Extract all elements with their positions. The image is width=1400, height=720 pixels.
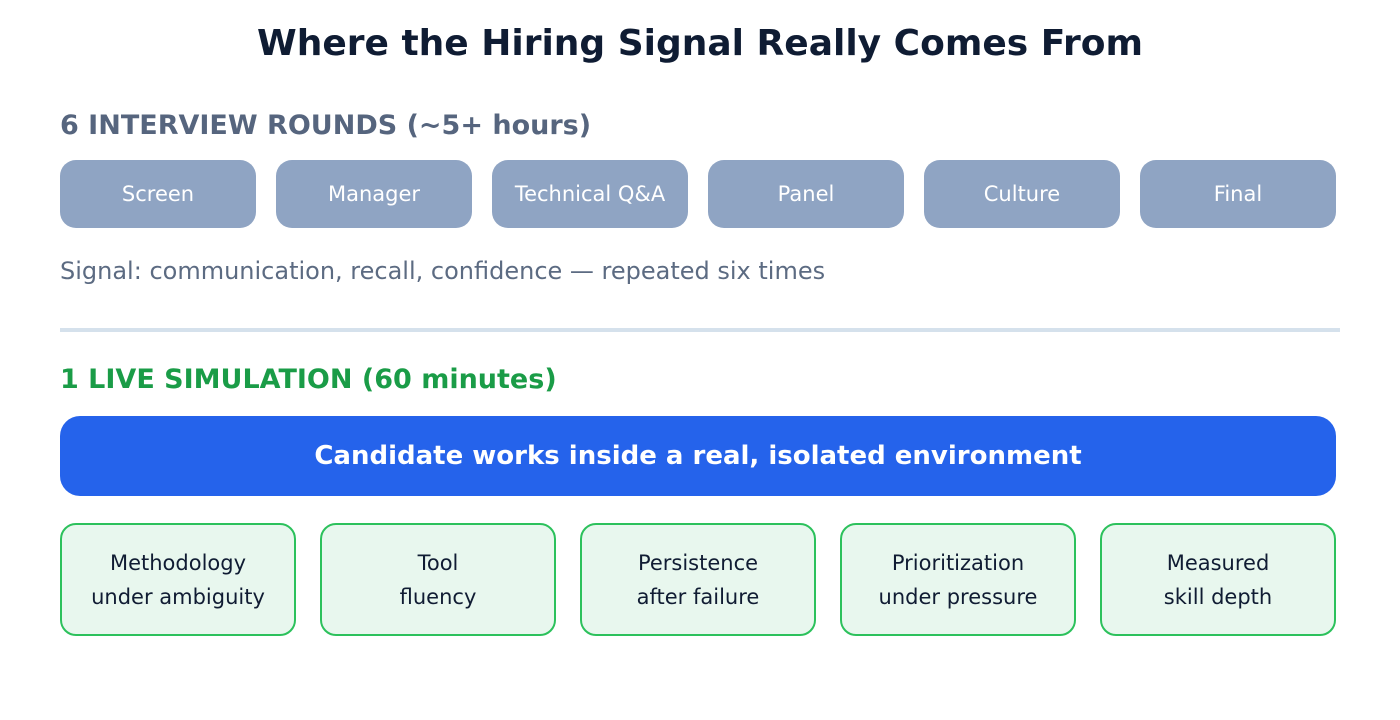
skill-line-1: Prioritization bbox=[891, 550, 1025, 575]
skill-card-tool-fluency: Tool fluency bbox=[320, 523, 556, 636]
skill-card-skill-depth: Measured skill depth bbox=[1100, 523, 1336, 636]
interview-signal-note: Signal: communication, recall, confidenc… bbox=[60, 257, 826, 285]
skill-line-2: after failure bbox=[636, 584, 760, 609]
round-panel: Panel bbox=[708, 160, 904, 228]
section-divider bbox=[60, 328, 1340, 332]
skills-row: Methodology under ambiguity Tool fluency… bbox=[60, 523, 1336, 636]
skill-line-2: skill depth bbox=[1163, 584, 1273, 609]
skill-line-1: Persistence bbox=[637, 550, 759, 575]
skill-card-persistence: Persistence after failure bbox=[580, 523, 816, 636]
live-simulation-heading: 1 LIVE SIMULATION (60 minutes) bbox=[60, 364, 557, 395]
round-final: Final bbox=[1140, 160, 1336, 228]
interview-rounds-row: Screen Manager Technical Q&A Panel Cultu… bbox=[60, 160, 1336, 228]
round-manager: Manager bbox=[276, 160, 472, 228]
skill-card-methodology: Methodology under ambiguity bbox=[60, 523, 296, 636]
round-screen: Screen bbox=[60, 160, 256, 228]
round-technical-qa: Technical Q&A bbox=[492, 160, 688, 228]
skill-line-2: under pressure bbox=[878, 584, 1038, 609]
skill-line-1: Methodology bbox=[109, 550, 247, 575]
page-title: Where the Hiring Signal Really Comes Fro… bbox=[256, 23, 1143, 64]
interview-rounds-heading: 6 INTERVIEW ROUNDS (~5+ hours) bbox=[60, 110, 592, 141]
skill-line-1: Tool bbox=[417, 550, 459, 575]
skill-line-2: fluency bbox=[399, 584, 477, 609]
skill-card-prioritization: Prioritization under pressure bbox=[840, 523, 1076, 636]
skill-line-1: Measured bbox=[1166, 550, 1270, 575]
environment-banner: Candidate works inside a real, isolated … bbox=[60, 416, 1336, 496]
skill-line-2: under ambiguity bbox=[91, 584, 265, 609]
round-culture: Culture bbox=[924, 160, 1120, 228]
